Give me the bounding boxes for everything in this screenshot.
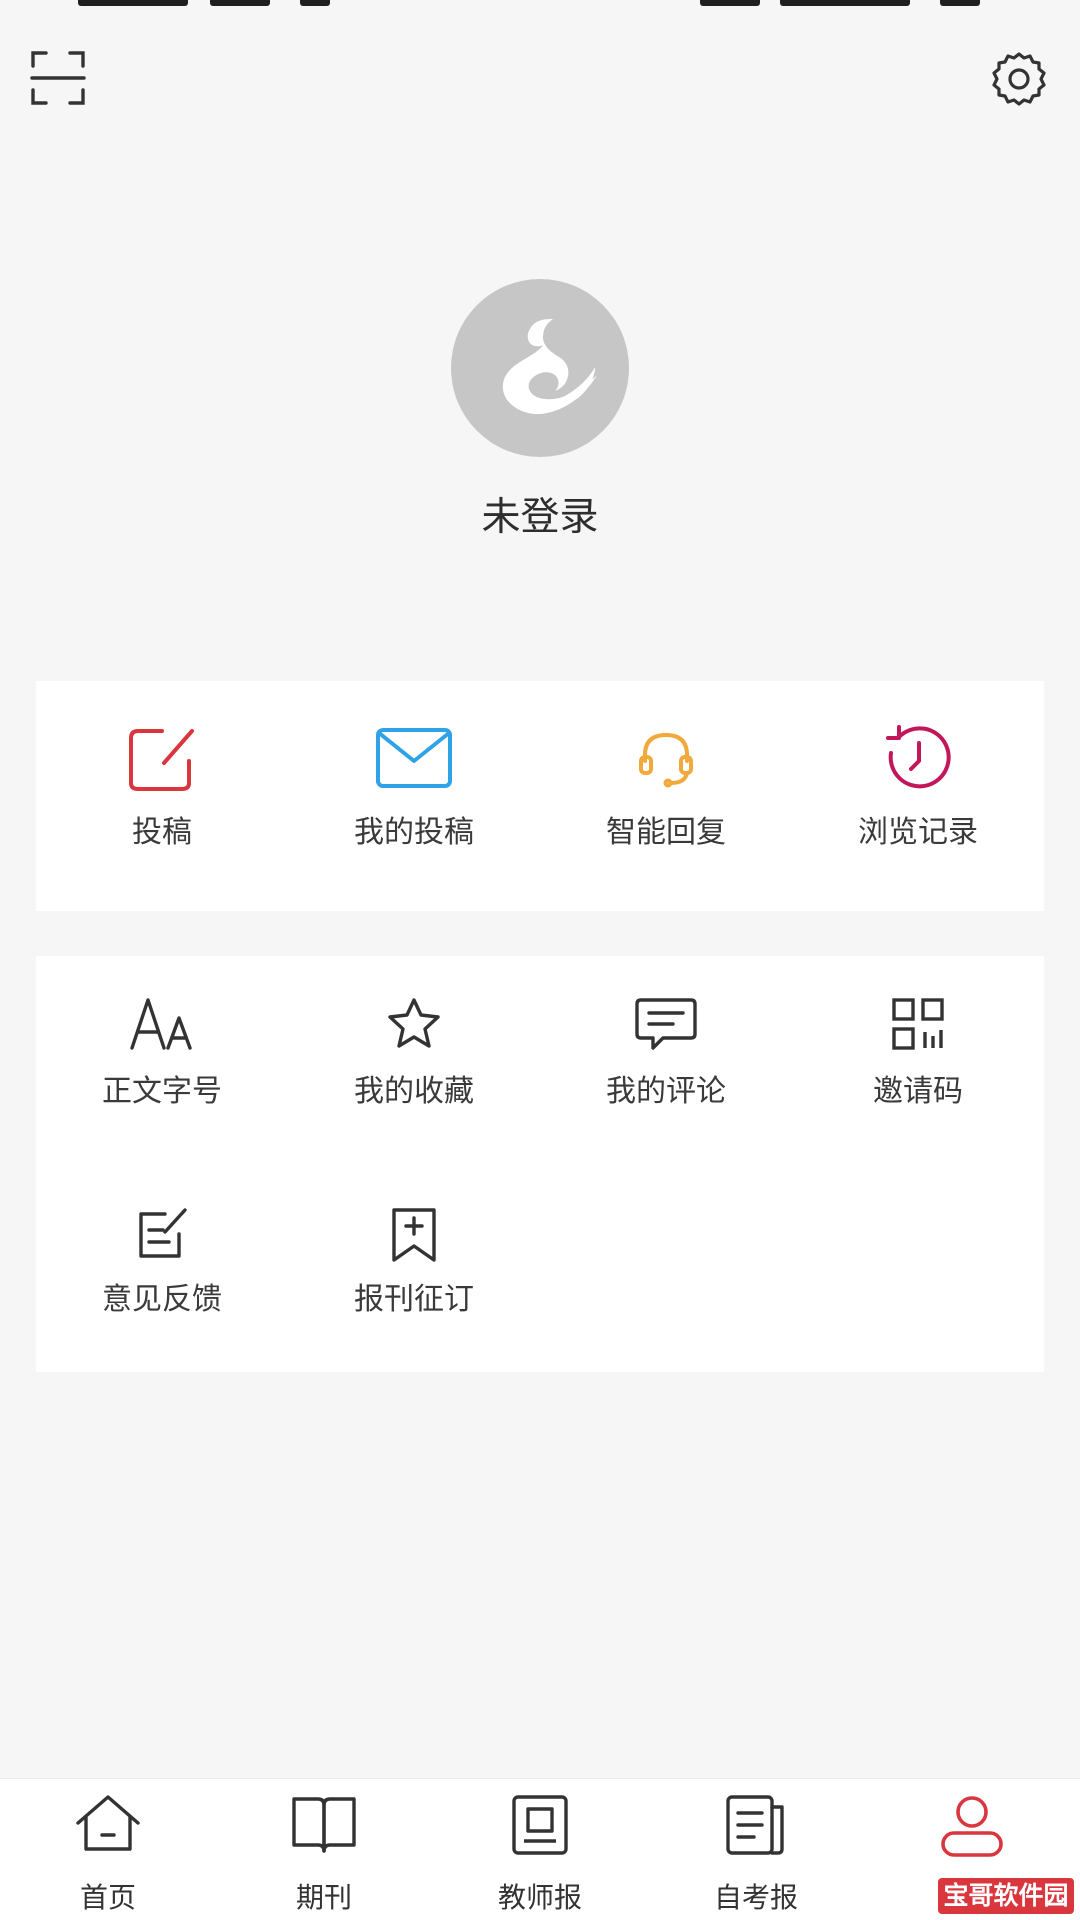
submit-article-button[interactable]: 投稿	[36, 721, 288, 881]
tab-teacher-news[interactable]: 教师报	[432, 1779, 648, 1920]
subscription-label: 报刊征订	[354, 1282, 474, 1317]
bottom-tab-bar: 首页 期刊 教师报 自考报	[0, 1778, 1080, 1920]
my-favorites-button[interactable]: 我的收藏	[288, 994, 540, 1154]
my-comments-button[interactable]: 我的评论	[540, 994, 792, 1154]
scan-button[interactable]	[30, 48, 86, 108]
newspaper-icon	[512, 1795, 568, 1855]
tab-teacher-news-label: 教师报	[497, 1881, 582, 1914]
font-size-icon	[130, 998, 192, 1050]
user-icon	[941, 1796, 1003, 1857]
watermark: 宝哥软件园	[938, 1878, 1074, 1914]
browsing-history-button[interactable]: 浏览记录	[792, 721, 1044, 881]
invite-code-button[interactable]: 邀请码	[792, 994, 1044, 1154]
font-size-label: 正文字号	[102, 1074, 222, 1109]
tab-home-label: 首页	[79, 1881, 136, 1914]
my-favorites-label: 我的收藏	[354, 1074, 474, 1109]
browsing-history-label: 浏览记录	[858, 815, 978, 850]
invite-code-label: 邀请码	[873, 1074, 963, 1109]
tab-journals[interactable]: 期刊	[216, 1779, 432, 1920]
login-status[interactable]: 未登录	[0, 486, 1080, 542]
submit-article-label: 投稿	[132, 815, 192, 850]
comment-icon	[635, 998, 697, 1050]
feedback-button[interactable]: 意见反馈	[36, 1206, 288, 1366]
qr-code-icon	[892, 998, 944, 1050]
feedback-label: 意见反馈	[102, 1282, 222, 1317]
envelope-icon	[376, 728, 452, 788]
my-comments-label: 我的评论	[606, 1074, 726, 1109]
document-icon	[726, 1795, 784, 1855]
logo-icon	[502, 319, 597, 415]
status-bar-fragment	[0, 0, 1080, 6]
edit-square-icon	[129, 729, 194, 791]
history-clock-icon	[886, 725, 951, 789]
smart-reply-button[interactable]: 智能回复	[540, 721, 792, 881]
tab-journals-label: 期刊	[295, 1881, 352, 1914]
gear-icon	[992, 52, 1046, 106]
feedback-icon	[139, 1208, 187, 1258]
settings-button[interactable]	[990, 50, 1048, 108]
quick-actions-card: 投稿 我的投稿 智能回复 浏览记录	[36, 681, 1044, 911]
subscription-button[interactable]: 报刊征订	[288, 1206, 540, 1366]
bookmark-add-icon	[392, 1208, 436, 1262]
headset-icon	[639, 732, 693, 788]
scan-icon	[30, 51, 86, 105]
tab-self-exam-news-label: 自考报	[713, 1881, 798, 1914]
font-size-button[interactable]: 正文字号	[36, 994, 288, 1154]
profile-page: 未登录 投稿 我的投稿 智能回复 浏览记录 正文字号 我的收藏 我的评论 邀请码…	[0, 0, 1080, 1920]
star-icon	[388, 998, 440, 1048]
my-submissions-button[interactable]: 我的投稿	[288, 721, 540, 881]
home-icon	[76, 1795, 140, 1851]
tab-self-exam-news[interactable]: 自考报	[648, 1779, 864, 1920]
my-submissions-label: 我的投稿	[354, 815, 474, 850]
smart-reply-label: 智能回复	[606, 815, 726, 850]
book-icon	[292, 1797, 356, 1853]
tab-home[interactable]: 首页	[0, 1779, 216, 1920]
avatar[interactable]	[451, 279, 629, 457]
tools-card: 正文字号 我的收藏 我的评论 邀请码 意见反馈 报刊征订	[36, 956, 1044, 1372]
